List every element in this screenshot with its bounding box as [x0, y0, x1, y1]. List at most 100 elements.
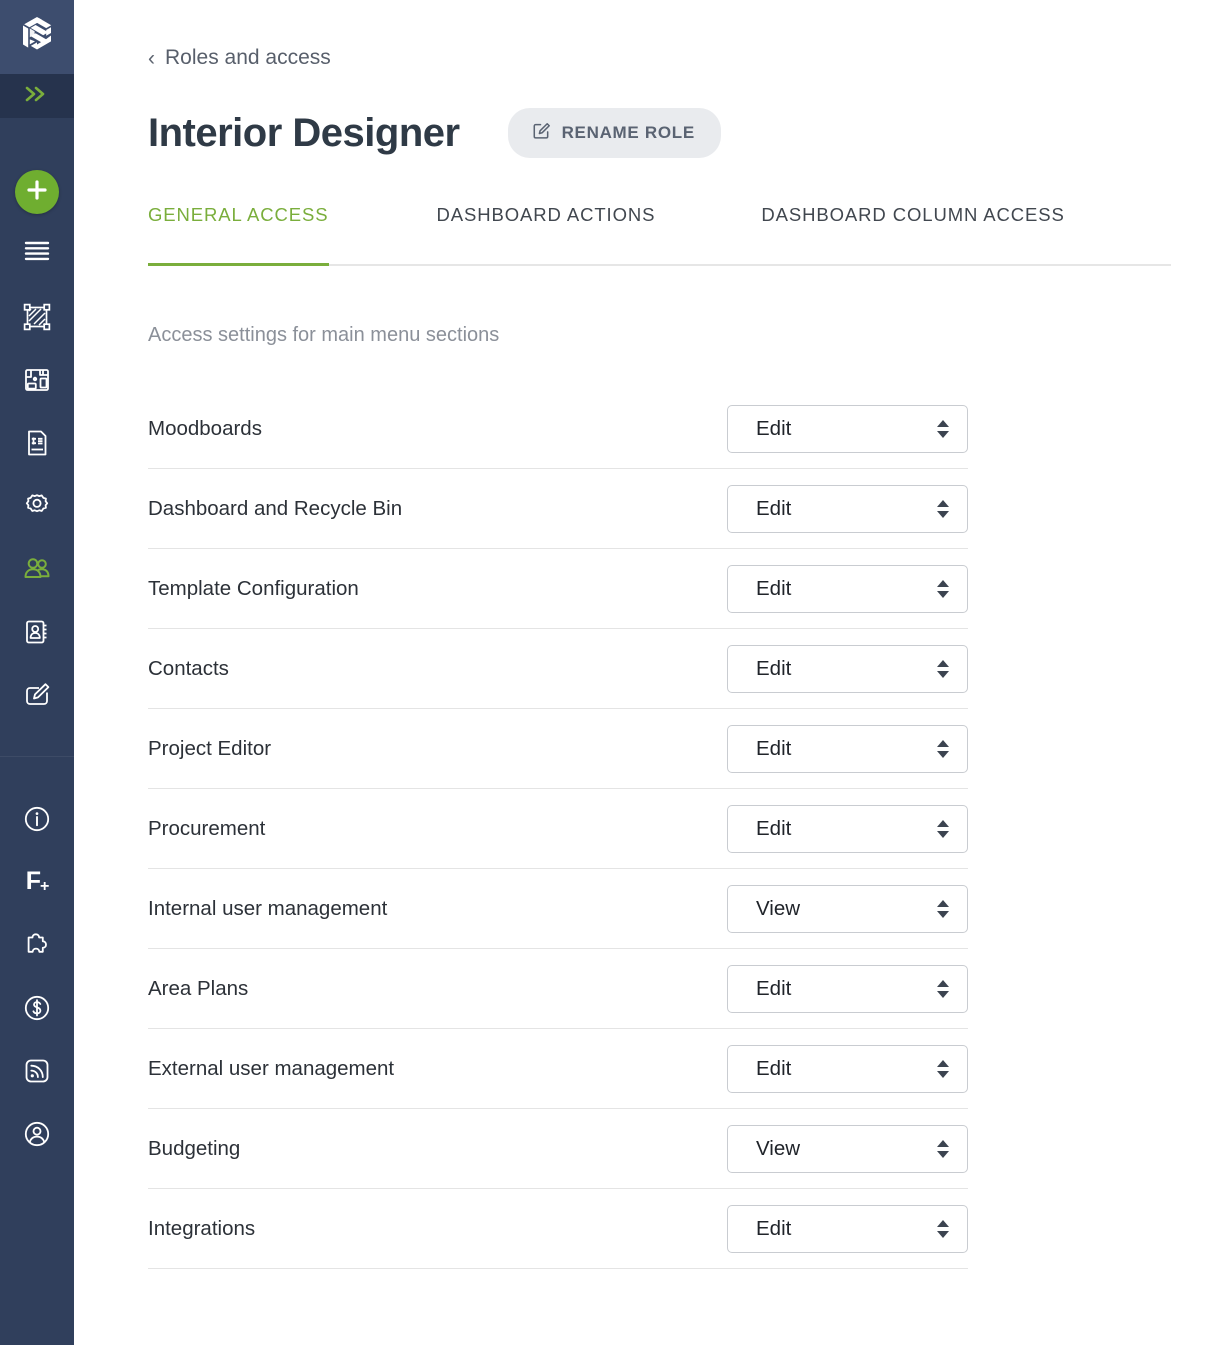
spinner-arrows-icon: [937, 980, 949, 998]
access-level-value: Edit: [728, 817, 791, 841]
spinner-arrows-icon: [937, 820, 949, 838]
access-level-select[interactable]: Edit: [727, 725, 968, 773]
access-level-select[interactable]: Edit: [727, 405, 968, 453]
row-label: Contacts: [148, 657, 229, 681]
app-logo[interactable]: [0, 0, 74, 74]
access-level-value: Edit: [728, 497, 791, 521]
row-label: Budgeting: [148, 1137, 240, 1161]
table-row: Integrations Edit: [148, 1189, 968, 1269]
selection-area-icon: [22, 302, 52, 332]
sidebar-item-feed[interactable]: [0, 1039, 74, 1102]
spinner-arrows-icon: [937, 740, 949, 758]
sidebar-divider: [0, 756, 74, 757]
spinner-arrows-icon: [937, 580, 949, 598]
access-level-select[interactable]: Edit: [727, 645, 968, 693]
breadcrumb[interactable]: ‹ Roles and access: [148, 46, 331, 70]
info-icon: [22, 804, 52, 834]
access-level-select[interactable]: Edit: [727, 565, 968, 613]
f-plus-icon: F+: [26, 869, 49, 895]
app-root: F+: [0, 0, 1205, 1345]
floor-plan-icon: [22, 365, 52, 395]
access-level-value: Edit: [728, 417, 791, 441]
sidebar-item-contacts[interactable]: [0, 600, 74, 663]
section-description: Access settings for main menu sections: [148, 324, 1171, 347]
row-label: External user management: [148, 1057, 394, 1081]
sidebar-item-billing[interactable]: [0, 976, 74, 1039]
spinner-arrows-icon: [937, 1060, 949, 1078]
pencil-square-icon: [532, 121, 551, 145]
row-label: Dashboard and Recycle Bin: [148, 497, 402, 521]
cube-logo-icon: [15, 13, 59, 62]
sidebar-item-selection[interactable]: [0, 285, 74, 348]
table-row: Project Editor Edit: [148, 709, 968, 789]
row-label: Area Plans: [148, 977, 248, 1001]
table-row: Area Plans Edit: [148, 949, 968, 1029]
main-content: ‹ Roles and access Interior Designer REN…: [74, 0, 1205, 1345]
sidebar-item-integrations[interactable]: [0, 913, 74, 976]
table-row: Budgeting View: [148, 1109, 968, 1189]
access-level-value: Edit: [728, 977, 791, 1001]
spinner-arrows-icon: [937, 1220, 949, 1238]
access-level-value: Edit: [728, 737, 791, 761]
table-row: External user management Edit: [148, 1029, 968, 1109]
tab-bar: GENERAL ACCESS DASHBOARD ACTIONS DASHBOA…: [148, 204, 1171, 266]
table-row: Internal user management View: [148, 869, 968, 949]
access-level-select[interactable]: Edit: [727, 1045, 968, 1093]
account-avatar-icon: [22, 1119, 52, 1149]
row-label: Procurement: [148, 817, 265, 841]
row-label: Moodboards: [148, 417, 262, 441]
access-level-value: Edit: [728, 657, 791, 681]
tab-general-access[interactable]: GENERAL ACCESS: [148, 204, 329, 264]
users-icon: [22, 554, 52, 584]
sidebar-item-f-plus[interactable]: F+: [0, 850, 74, 913]
sidebar-item-info[interactable]: [0, 787, 74, 850]
table-row: Contacts Edit: [148, 629, 968, 709]
access-level-value: Edit: [728, 1057, 791, 1081]
rename-role-button[interactable]: RENAME ROLE: [508, 108, 721, 158]
sidebar-item-account[interactable]: [0, 1102, 74, 1165]
spinner-arrows-icon: [937, 420, 949, 438]
add-new-button[interactable]: [15, 170, 59, 214]
sidebar-item-settings[interactable]: [0, 474, 74, 537]
access-settings-list: Moodboards Edit Dashboard and Recycle Bi…: [148, 389, 968, 1269]
access-level-select[interactable]: Edit: [727, 1205, 968, 1253]
sidebar-item-notes[interactable]: [0, 663, 74, 726]
table-row: Dashboard and Recycle Bin Edit: [148, 469, 968, 549]
access-level-select[interactable]: View: [727, 885, 968, 933]
row-label: Internal user management: [148, 897, 387, 921]
page-title: Interior Designer: [148, 113, 460, 153]
spinner-arrows-icon: [937, 1140, 949, 1158]
access-level-select[interactable]: View: [727, 1125, 968, 1173]
access-level-select[interactable]: Edit: [727, 805, 968, 853]
sidebar-item-floor-plan[interactable]: [0, 348, 74, 411]
spinner-arrows-icon: [937, 660, 949, 678]
tab-dashboard-actions[interactable]: DASHBOARD ACTIONS: [437, 204, 656, 264]
menu-icon: [22, 235, 52, 265]
row-label: Integrations: [148, 1217, 255, 1241]
address-book-icon: [22, 617, 52, 647]
chevron-double-right-icon: [24, 85, 50, 108]
feed-icon: [22, 1056, 52, 1086]
gear-icon: [22, 491, 52, 521]
dollar-circle-icon: [22, 993, 52, 1023]
puzzle-icon: [22, 930, 52, 960]
sidebar-collapse-toggle[interactable]: [0, 74, 74, 118]
sidebar-item-menu[interactable]: [0, 214, 74, 285]
edit-note-icon: [22, 680, 52, 710]
add-circle: [15, 170, 59, 214]
access-level-select[interactable]: Edit: [727, 965, 968, 1013]
chevron-left-icon: ‹: [148, 48, 155, 69]
row-label: Template Configuration: [148, 577, 359, 601]
access-level-value: Edit: [728, 1217, 791, 1241]
breadcrumb-label: Roles and access: [165, 46, 331, 70]
tab-dashboard-column-access[interactable]: DASHBOARD COLUMN ACCESS: [761, 204, 1064, 264]
sidebar-item-users[interactable]: [0, 537, 74, 600]
row-label: Project Editor: [148, 737, 271, 761]
access-level-value: View: [728, 897, 800, 921]
spinner-arrows-icon: [937, 900, 949, 918]
access-level-select[interactable]: Edit: [727, 485, 968, 533]
main-sidebar: F+: [0, 0, 74, 1345]
invoice-icon: [22, 428, 52, 458]
sidebar-item-invoices[interactable]: [0, 411, 74, 474]
table-row: Procurement Edit: [148, 789, 968, 869]
